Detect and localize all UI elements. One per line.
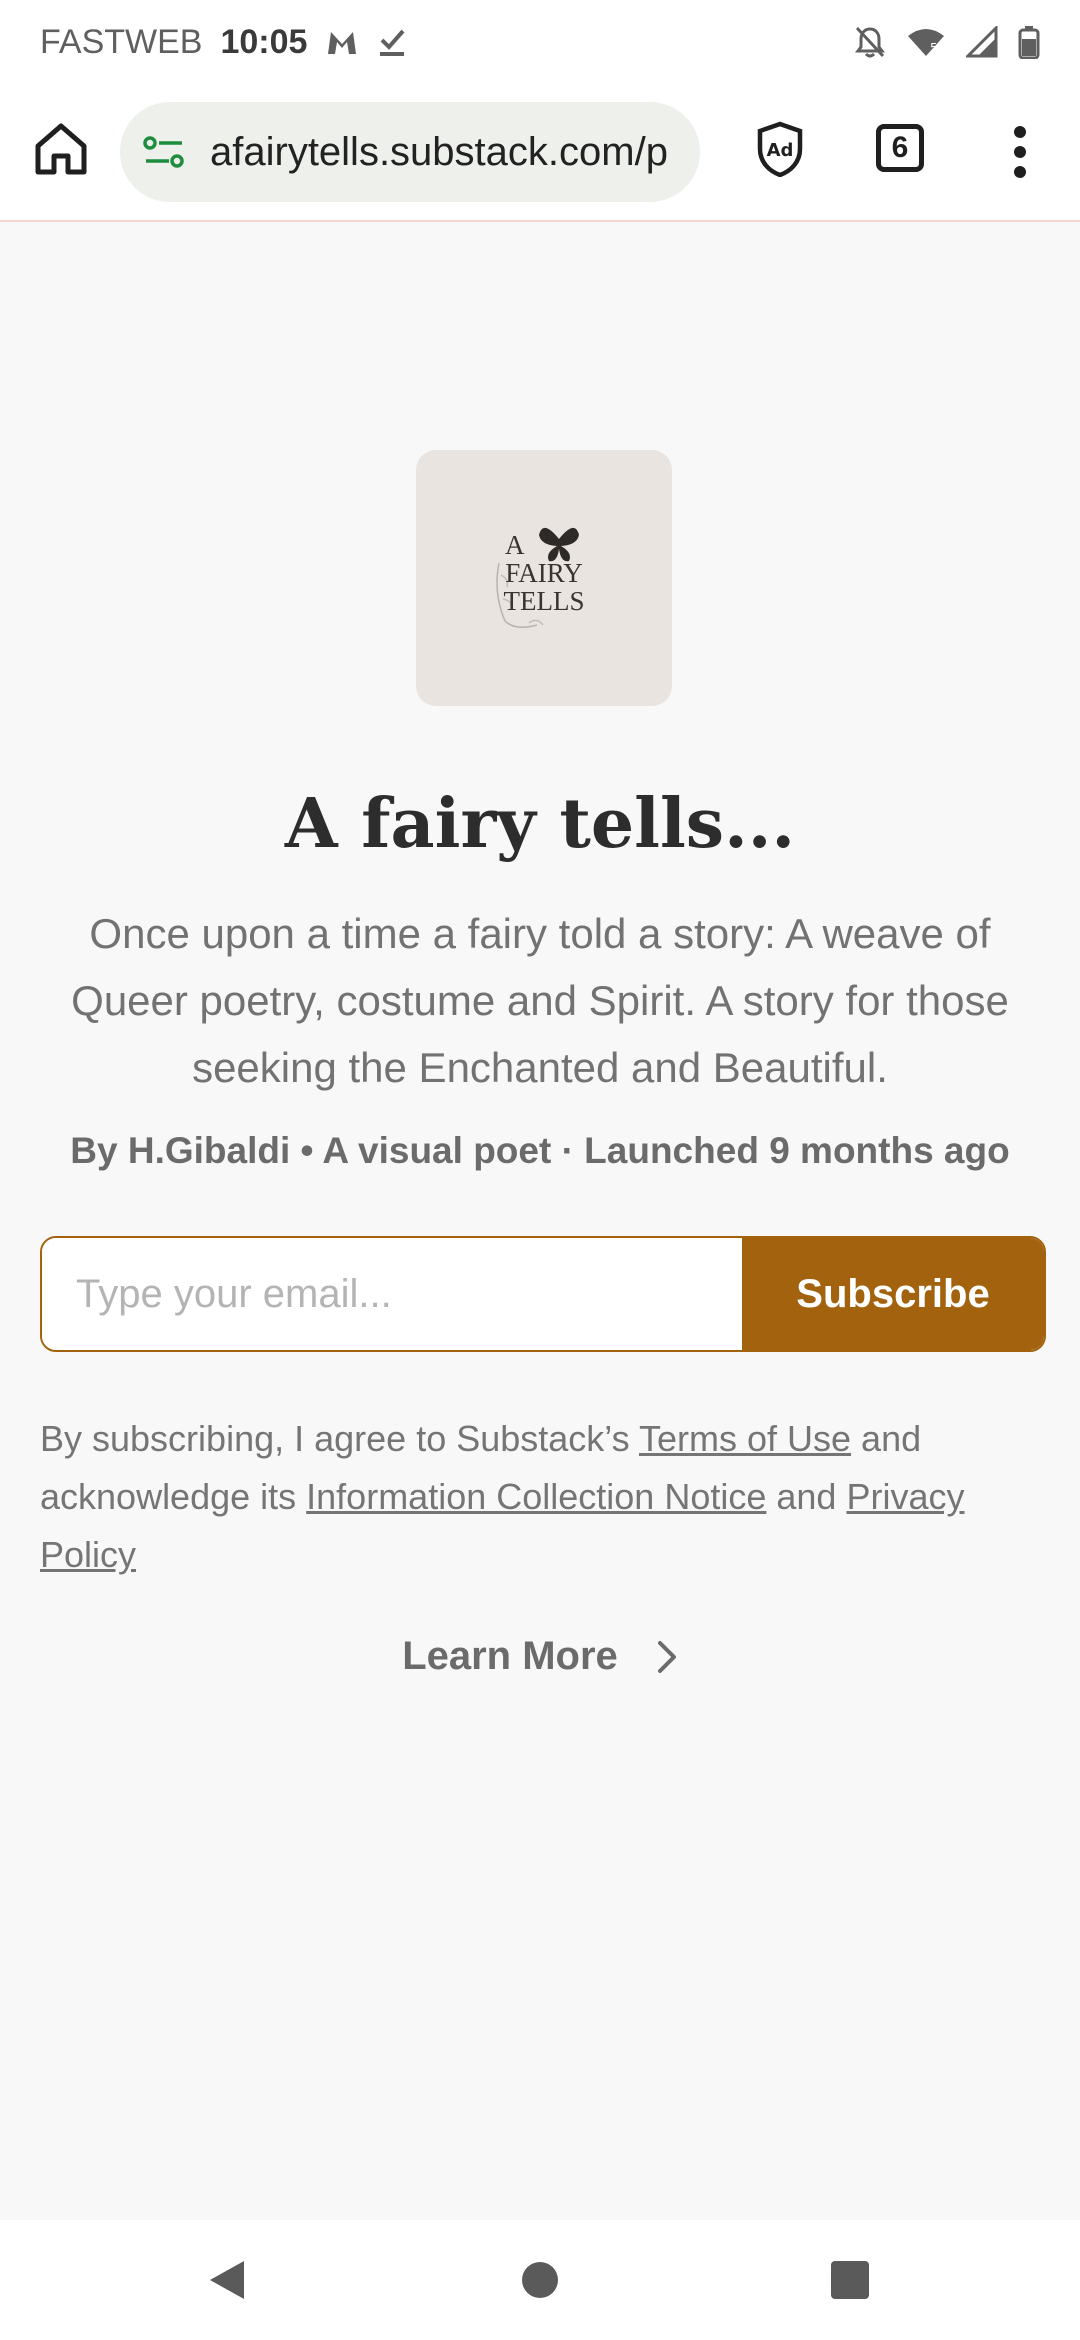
download-complete-icon xyxy=(377,26,407,58)
logo-wordmark: A FAIRY TELLS xyxy=(479,531,609,615)
publication-logo[interactable]: A FAIRY TELLS xyxy=(416,450,672,706)
status-bar: FASTWEB 10:05 5 xyxy=(0,0,1080,84)
url-bar[interactable]: afairytells.substack.com/p xyxy=(120,102,700,202)
status-left: FASTWEB 10:05 xyxy=(40,23,407,62)
logo-art: A FAIRY TELLS xyxy=(479,513,609,643)
legal-text: and xyxy=(766,1476,847,1517)
home-circle-icon xyxy=(522,2262,558,2298)
learn-more-label: Learn More xyxy=(402,1634,618,1678)
svg-text:Ad: Ad xyxy=(767,140,794,161)
carrier-label: FASTWEB xyxy=(40,22,203,61)
cell-signal-icon xyxy=(966,26,998,58)
subscribe-button[interactable]: Subscribe xyxy=(742,1238,1044,1350)
status-right: 5 xyxy=(854,25,1040,59)
app-notification-icon xyxy=(325,27,359,57)
learn-more-button[interactable]: Learn More xyxy=(0,1634,1080,1679)
svg-text:5: 5 xyxy=(930,41,938,55)
logo-line: TELLS xyxy=(503,586,585,616)
information-collection-notice-link[interactable]: Information Collection Notice xyxy=(306,1476,766,1517)
ad-blocker-button[interactable]: Ad xyxy=(748,114,812,184)
home-icon xyxy=(35,123,87,175)
publication-byline: By H.Gibaldi • A visual poet · Launched … xyxy=(70,1130,1010,1171)
overflow-menu-button[interactable] xyxy=(1000,120,1040,184)
site-settings-icon[interactable] xyxy=(142,132,192,172)
chevron-right-icon xyxy=(657,1640,676,1673)
page-content: A FAIRY TELLS A fairy tells... Once upon… xyxy=(0,224,1080,2220)
browser-toolbar: afairytells.substack.com/p Ad 6 xyxy=(0,84,1080,222)
silent-bell-icon xyxy=(854,25,886,59)
logo-line: A xyxy=(505,530,525,560)
back-button[interactable] xyxy=(190,2244,262,2316)
subscribe-form: Subscribe xyxy=(40,1236,1046,1352)
home-button[interactable] xyxy=(28,116,94,182)
clock: 10:05 xyxy=(220,22,308,61)
tab-switcher-button[interactable]: 6 xyxy=(876,124,924,172)
home-nav-button[interactable] xyxy=(504,2244,576,2316)
logo-line: FAIRY xyxy=(505,558,583,588)
legal-text: By subscribing, I agree to Substack’s xyxy=(40,1418,639,1459)
ad-shield-icon: Ad xyxy=(757,121,803,177)
recents-button[interactable] xyxy=(814,2244,886,2316)
url-text: afairytells.substack.com/p xyxy=(210,129,668,174)
system-navigation-bar xyxy=(0,2220,1080,2340)
back-triangle-icon xyxy=(210,2261,244,2299)
terms-of-use-link[interactable]: Terms of Use xyxy=(639,1418,851,1459)
email-input[interactable] xyxy=(42,1238,742,1350)
more-vert-icon xyxy=(1014,126,1026,178)
legal-notice: By subscribing, I agree to Substack’s Te… xyxy=(40,1410,1050,1584)
publication-description: Once upon a time a fairy told a story: A… xyxy=(71,910,1009,1091)
publication-title: A fairy tells... xyxy=(284,784,796,864)
wifi-icon: 5 xyxy=(906,26,946,58)
recents-square-icon xyxy=(831,2261,869,2299)
battery-icon xyxy=(1018,25,1040,59)
